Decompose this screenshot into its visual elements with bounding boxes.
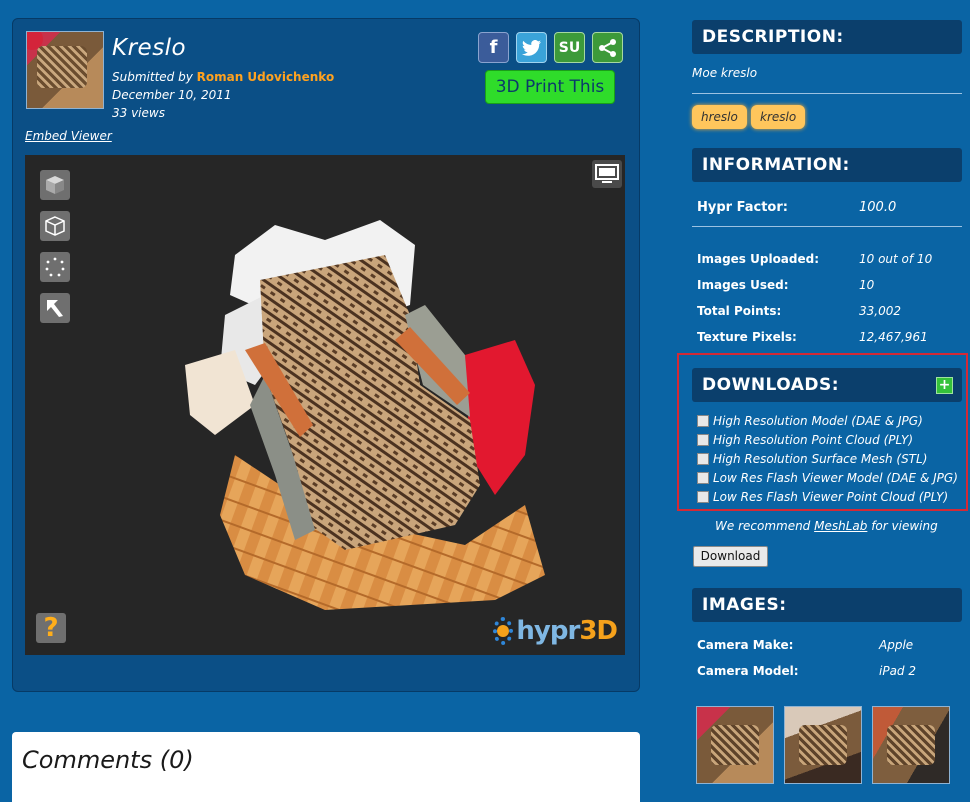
meshlab-recommendation: We recommend MeshLab for viewing [715, 519, 938, 533]
download-option-hires-model[interactable]: High Resolution Model (DAE & JPG) [697, 414, 923, 428]
plus-icon: + [938, 377, 951, 393]
images-used-label: Images Used: [697, 278, 789, 292]
download-option-label: High Resolution Model (DAE & JPG) [713, 414, 923, 428]
help-button[interactable]: ? [36, 613, 66, 643]
reset-arrow-icon [47, 300, 63, 317]
description-text: Moe kreslo [692, 66, 758, 80]
question-mark-icon: ? [43, 613, 59, 643]
3d-viewer[interactable]: ? hypr3D [25, 155, 625, 655]
meshlab-link[interactable]: MeshLab [814, 519, 867, 533]
download-option-lowres-point-cloud[interactable]: Low Res Flash Viewer Point Cloud (PLY) [697, 490, 948, 504]
total-points-label: Total Points: [697, 304, 782, 318]
camera-model-value: iPad 2 [879, 664, 916, 678]
texture-pixels-value: 12,467,961 [859, 330, 928, 344]
solid-view-button[interactable] [40, 170, 70, 200]
checkbox[interactable] [697, 453, 709, 465]
fullscreen-button[interactable] [592, 160, 622, 188]
checkbox[interactable] [697, 415, 709, 427]
download-button[interactable]: Download [693, 546, 768, 567]
images-used-value: 10 [859, 278, 875, 292]
download-option-lowres-model[interactable]: Low Res Flash Viewer Model (DAE & JPG) [697, 471, 958, 485]
hypr-factor-value: 100.0 [859, 200, 897, 215]
logo-text-3d: 3D [579, 616, 618, 646]
images-uploaded-value: 10 out of 10 [859, 252, 933, 266]
camera-make-value: Apple [879, 638, 914, 652]
submitted-prefix: Submitted by [112, 70, 197, 84]
comments-section: Comments (0) [12, 732, 640, 802]
share-button[interactable] [592, 32, 623, 63]
download-option-hires-point-cloud[interactable]: High Resolution Point Cloud (PLY) [697, 433, 913, 447]
hypr-logo-icon [493, 617, 514, 645]
download-option-hires-surface-mesh[interactable]: High Resolution Surface Mesh (STL) [697, 452, 927, 466]
camera-model-label: Camera Model: [697, 664, 799, 678]
facebook-icon: f [489, 37, 498, 58]
checkbox[interactable] [697, 434, 709, 446]
wireframe-view-button[interactable] [40, 211, 70, 241]
model-thumbnail [26, 31, 104, 109]
twitter-share-button[interactable] [516, 32, 547, 63]
camera-make-label: Camera Make: [697, 638, 794, 652]
hypr-factor-label: Hypr Factor: [697, 200, 788, 215]
recommend-prefix: We recommend [715, 519, 815, 533]
point-cloud-icon [45, 257, 65, 277]
source-image-thumbnail[interactable] [696, 706, 774, 784]
checkbox[interactable] [697, 472, 709, 484]
stumbleupon-share-button[interactable]: SU [554, 32, 585, 63]
submit-date: December 10, 2011 [112, 88, 232, 102]
submitted-by: Submitted by Roman Udovichenko [112, 70, 334, 84]
tag-hreslo[interactable]: hreslo [692, 105, 747, 129]
monitor-icon [595, 164, 619, 183]
view-count: 33 views [112, 106, 165, 120]
divider [692, 226, 962, 227]
checkbox[interactable] [697, 491, 709, 503]
model-panel: Kreslo Submitted by Roman Udovichenko De… [12, 18, 640, 692]
stumbleupon-icon: SU [558, 39, 581, 56]
source-image-thumbnail[interactable] [872, 706, 950, 784]
divider [692, 93, 962, 94]
model-title: Kreslo [112, 35, 187, 61]
downloads-heading: DOWNLOADS: [692, 368, 962, 402]
download-option-label: Low Res Flash Viewer Model (DAE & JPG) [713, 471, 958, 485]
texture-pixels-label: Texture Pixels: [697, 330, 797, 344]
comments-title: Comments (0) [22, 746, 194, 774]
images-uploaded-label: Images Uploaded: [697, 252, 820, 266]
source-image-thumbnail[interactable] [784, 706, 862, 784]
reset-view-button[interactable] [40, 293, 70, 323]
facebook-share-button[interactable]: f [478, 32, 509, 63]
total-points-value: 33,002 [859, 304, 901, 318]
wireframe-cube-icon [45, 216, 65, 236]
hypr3d-logo: hypr3D [493, 613, 618, 649]
recommend-suffix: for viewing [867, 519, 938, 533]
expand-downloads-button[interactable]: + [936, 377, 953, 394]
information-heading: INFORMATION: [692, 148, 962, 182]
3d-print-button[interactable]: 3D Print This [485, 70, 615, 104]
chair-model-render[interactable] [25, 155, 625, 655]
embed-viewer-link[interactable]: Embed Viewer [25, 129, 112, 143]
description-heading: DESCRIPTION: [692, 20, 962, 54]
twitter-bird-icon [521, 39, 541, 56]
download-option-label: Low Res Flash Viewer Point Cloud (PLY) [713, 490, 949, 504]
images-heading: IMAGES: [692, 588, 962, 622]
point-cloud-view-button[interactable] [40, 252, 70, 282]
solid-cube-icon [46, 176, 64, 194]
tag-kreslo[interactable]: kreslo [751, 105, 806, 129]
logo-text-hypr: hypr [516, 616, 580, 646]
share-icon [598, 38, 616, 57]
download-option-label: High Resolution Surface Mesh (STL) [713, 452, 928, 466]
download-option-label: High Resolution Point Cloud (PLY) [713, 433, 914, 447]
author-link[interactable]: Roman Udovichenko [197, 70, 335, 84]
